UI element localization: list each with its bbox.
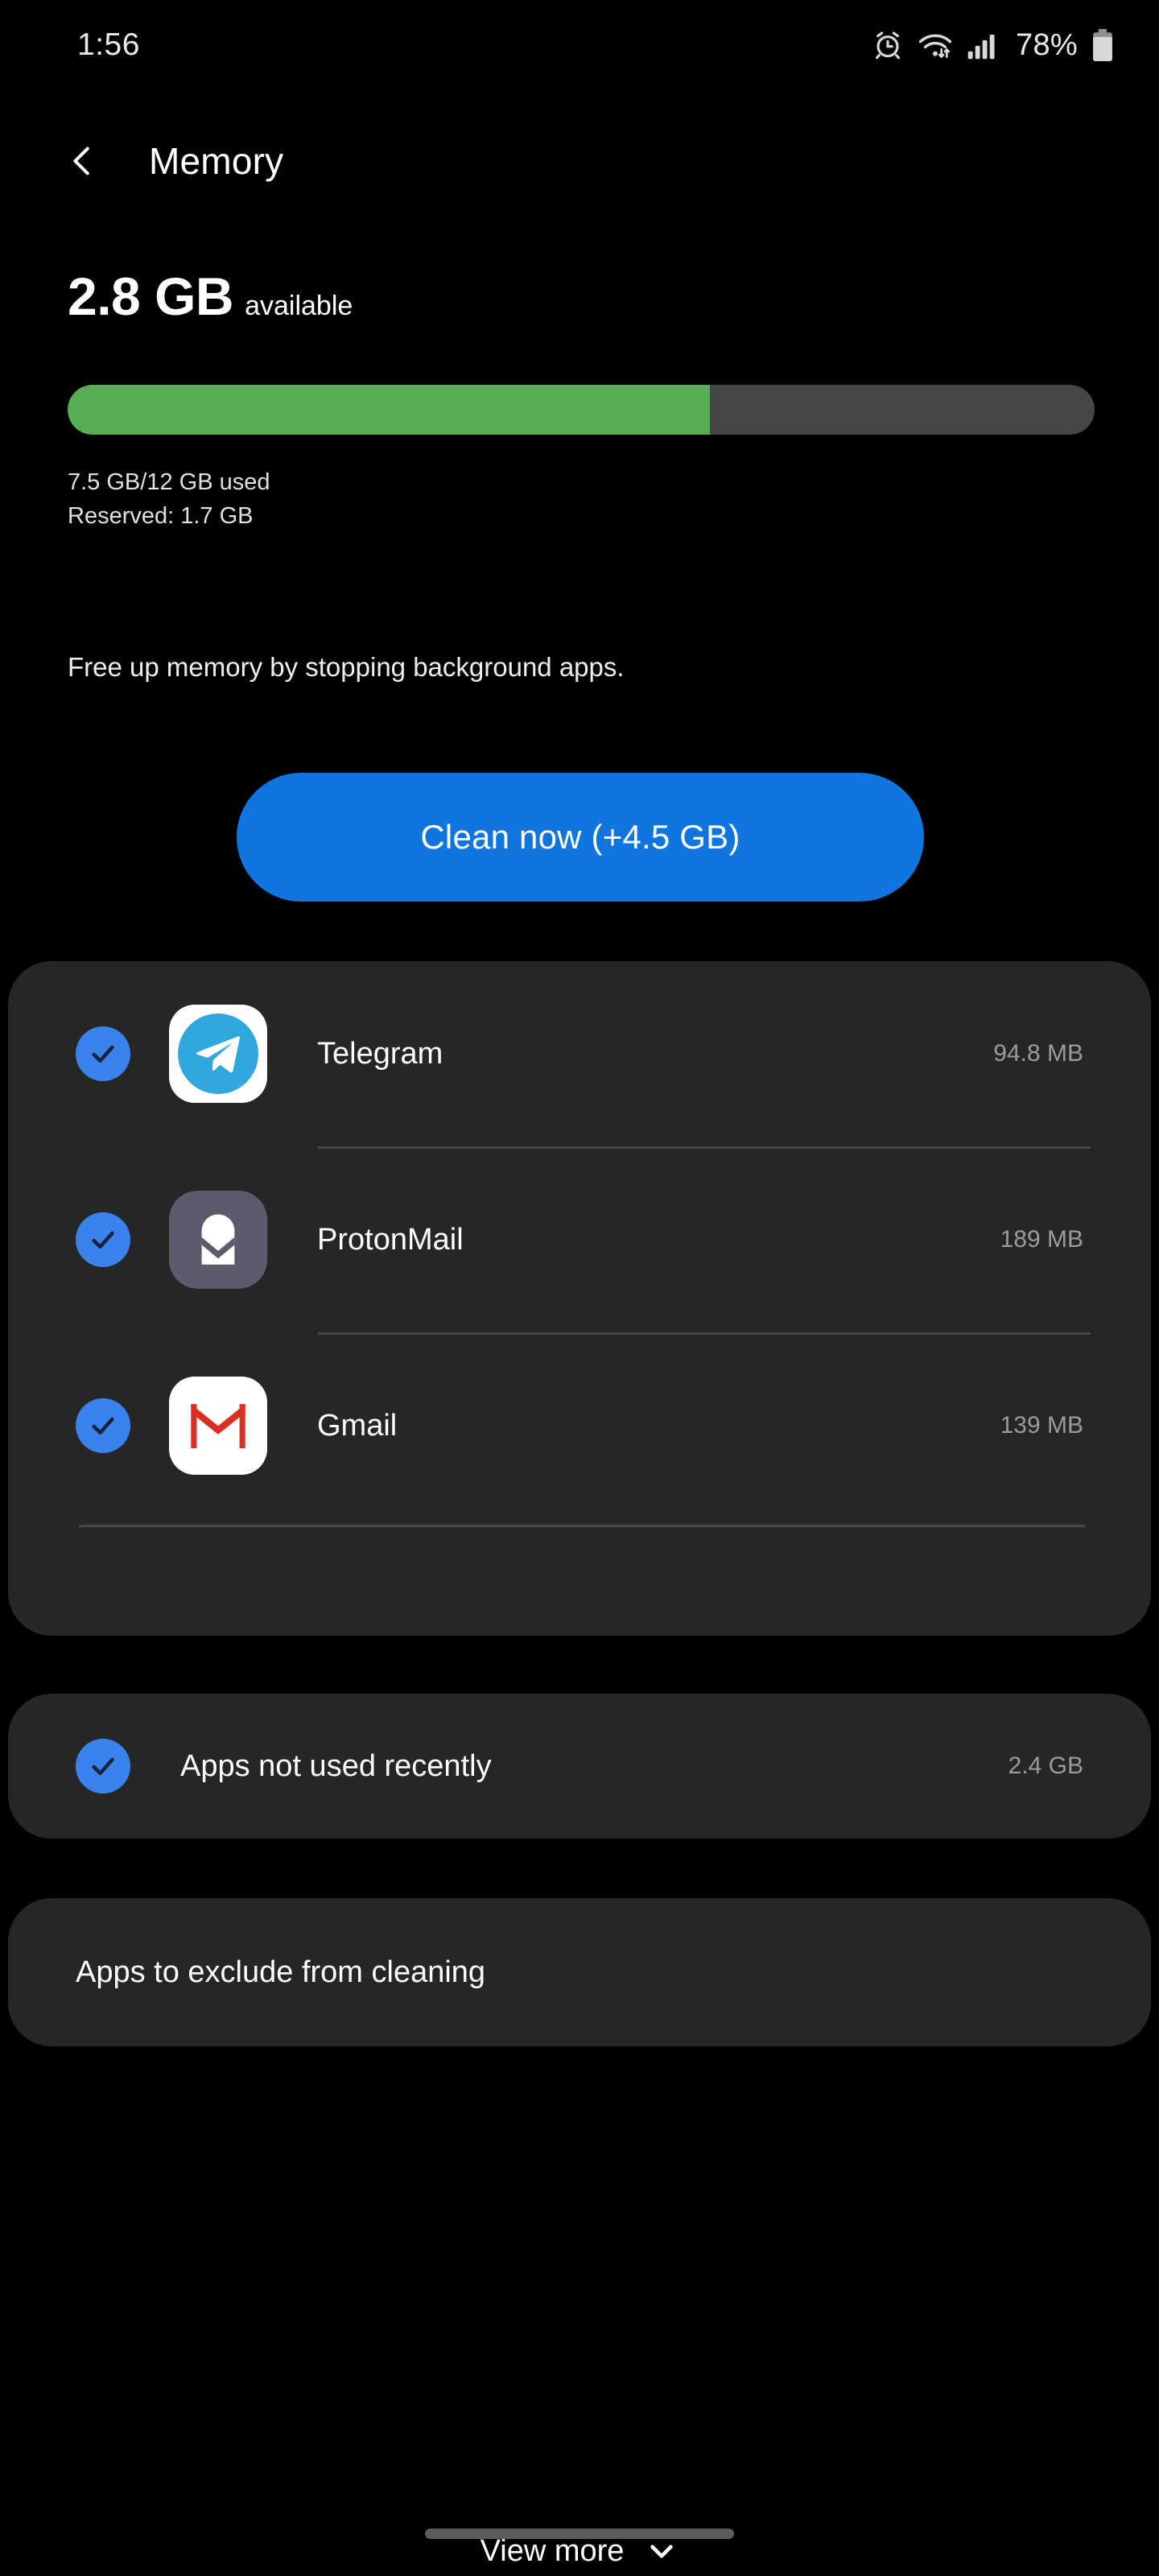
status-icons: 78%: [872, 28, 1114, 63]
memory-screen: 1:56 78% Memory 2.8 GB available 7.5 GB/…: [0, 0, 1159, 2576]
app-row-gmail[interactable]: Gmail 139 MB: [8, 1333, 1151, 1518]
app-size: 139 MB: [1000, 1412, 1083, 1439]
memory-progress-fill: [68, 385, 710, 435]
check-icon: [92, 1417, 114, 1435]
app-name: Telegram: [317, 1036, 443, 1071]
page-title: Memory: [149, 140, 284, 182]
memory-usage-text: 7.5 GB/12 GB used Reserved: 1.7 GB: [68, 465, 270, 533]
memory-description: Free up memory by stopping background ap…: [68, 652, 625, 682]
chevron-down-icon: [650, 2545, 674, 2558]
running-apps-card: Telegram 94.8 MB ProtonMail 189 MB Gmail…: [8, 961, 1151, 2568]
exclude-apps-label: Apps to exclude from cleaning: [76, 1955, 486, 1989]
telegram-icon: [169, 1005, 267, 1103]
app-row-telegram[interactable]: Telegram 94.8 MB: [8, 961, 1151, 1146]
unused-apps-label: Apps not used recently: [180, 1748, 492, 1783]
app-checkbox-gmail[interactable]: [76, 1398, 130, 1453]
check-icon: [92, 1757, 114, 1776]
gmail-icon: [169, 1377, 267, 1475]
clean-now-button[interactable]: Clean now (+4.5 GB): [237, 773, 924, 902]
app-size: 94.8 MB: [993, 1040, 1083, 1067]
available-label: available: [245, 291, 353, 321]
gmail-m-glyph: [189, 1404, 247, 1449]
check-icon: [92, 1231, 114, 1249]
exclude-apps-row[interactable]: Apps to exclude from cleaning: [8, 1898, 1151, 2046]
app-name: Gmail: [317, 1408, 398, 1443]
app-checkbox-telegram[interactable]: [76, 1026, 130, 1081]
reserved-text: Reserved: 1.7 GB: [68, 503, 254, 529]
view-more-divider: [79, 1525, 1085, 1527]
memory-progress-bar: [68, 385, 1095, 435]
status-bar: 1:56 78%: [0, 0, 1159, 90]
unused-apps-size: 2.4 GB: [1008, 1752, 1083, 1779]
protonmail-icon: [169, 1191, 267, 1289]
unused-apps-row[interactable]: Apps not used recently 2.4 GB: [8, 1694, 1151, 1839]
unused-apps-checkbox[interactable]: [76, 1739, 130, 1794]
used-text: 7.5 GB/12 GB used: [68, 469, 270, 495]
app-checkbox-protonmail[interactable]: [76, 1212, 130, 1267]
battery-percent-label: 78%: [1016, 27, 1078, 62]
home-indicator[interactable]: [425, 2529, 734, 2539]
status-clock: 1:56: [77, 27, 140, 62]
apps-not-used-recently-card[interactable]: Apps not used recently 2.4 GB: [8, 1694, 1151, 1839]
app-size: 189 MB: [1000, 1226, 1083, 1253]
apps-to-exclude-card[interactable]: Apps to exclude from cleaning: [8, 1898, 1151, 2046]
signal-icon: [967, 35, 995, 60]
check-icon: [92, 1045, 114, 1063]
app-name: ProtonMail: [317, 1222, 464, 1257]
available-value: 2.8 GB: [68, 266, 234, 326]
available-line: 2.8 GB available: [68, 266, 1098, 327]
wifi-icon: [918, 34, 952, 58]
view-more-button[interactable]: View more: [8, 2507, 1151, 2576]
app-bar: Memory: [0, 113, 1159, 209]
proton-envelope-glyph: [201, 1214, 235, 1265]
battery-icon: [1093, 29, 1112, 61]
chevron-left-icon: [73, 147, 89, 175]
app-row-protonmail[interactable]: ProtonMail 189 MB: [8, 1147, 1151, 1332]
memory-summary: 2.8 GB available 7.5 GB/12 GB used Reser…: [68, 266, 1098, 529]
alarm-icon: [875, 31, 901, 60]
paper-plane-glyph: [196, 1036, 240, 1073]
back-button[interactable]: [60, 138, 105, 184]
